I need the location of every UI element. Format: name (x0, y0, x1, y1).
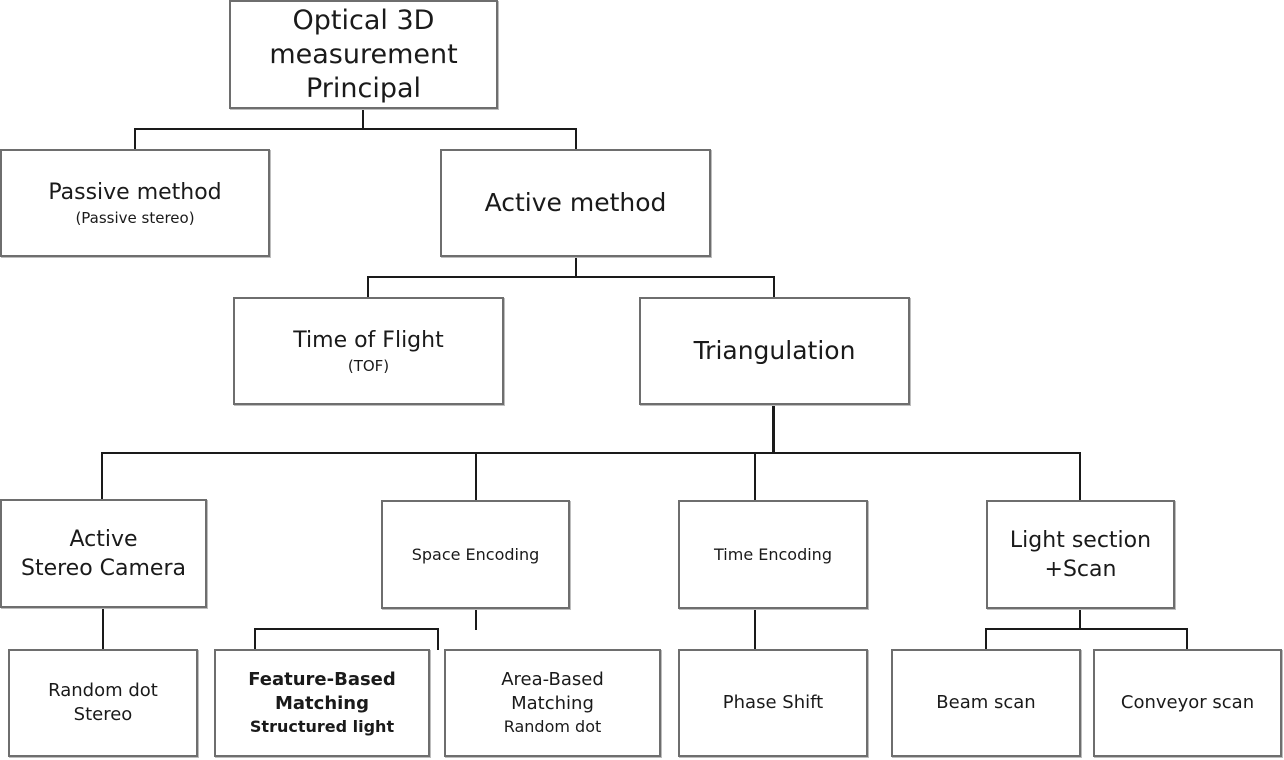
node-light-section-scan: Light section +Scan (986, 500, 1175, 609)
connector-line (1079, 452, 1081, 501)
connector-line (437, 628, 439, 650)
connector-line (134, 128, 577, 130)
node-label: Matching (274, 693, 370, 714)
node-title: Beam scan (936, 692, 1036, 713)
node-label: +Scan (1044, 556, 1117, 582)
node-label: Active (69, 526, 138, 552)
node-active-stereo-camera: Active Stereo Camera (0, 499, 207, 608)
node-label: Feature-Based (248, 669, 396, 690)
node-subtitle: Random dot (503, 717, 602, 736)
connector-line (475, 452, 477, 501)
node-triangulation: Triangulation (639, 297, 910, 405)
connector-line (367, 276, 369, 298)
node-label: Area-Based (501, 669, 604, 690)
node-active-method: Active method (440, 149, 711, 257)
connector-line (101, 452, 1081, 454)
connector-line (754, 452, 756, 501)
node-subtitle: (Passive stereo) (75, 208, 195, 227)
node-title: Conveyor scan (1120, 692, 1255, 713)
node-label: measurement (269, 38, 458, 70)
node-time-of-flight: Time of Flight (TOF) (233, 297, 504, 405)
connector-line (475, 608, 477, 630)
node-passive-method: Passive method (Passive stereo) (0, 149, 270, 257)
node-label: Matching (511, 693, 594, 714)
connector-line (754, 608, 756, 650)
node-title: Triangulation (693, 336, 856, 365)
connector-line (575, 128, 577, 150)
node-feature-based-matching: Feature-Based Matching Structured light (214, 649, 430, 757)
node-title: Active method (484, 188, 667, 217)
node-space-encoding: Space Encoding (381, 500, 570, 609)
node-label: Principal (305, 72, 422, 104)
node-phase-shift: Phase Shift (678, 649, 868, 757)
node-random-dot-stereo: Random dot Stereo (8, 649, 198, 757)
connector-line (367, 276, 775, 278)
node-title: Time of Flight (293, 327, 444, 353)
node-beam-scan: Beam scan (891, 649, 1081, 757)
connector-line (1079, 608, 1081, 630)
connector-line (254, 628, 439, 630)
connector-line (772, 404, 775, 454)
node-title: Space Encoding (411, 544, 540, 564)
node-title: Phase Shift (722, 692, 824, 713)
node-optical-3d-measurement: Optical 3D measurement Principal (229, 0, 498, 109)
node-area-based-matching: Area-Based Matching Random dot (444, 649, 661, 757)
node-label: Stereo Camera (20, 555, 186, 581)
node-title: Time Encoding (714, 544, 832, 564)
node-time-encoding: Time Encoding (678, 500, 868, 609)
connector-line (101, 452, 103, 500)
connector-line (773, 276, 775, 298)
diagram-canvas: Optical 3D measurement Principal Passive… (0, 0, 1284, 760)
connector-line (254, 628, 256, 650)
connector-line (575, 256, 577, 277)
node-label: Light section (1009, 527, 1152, 553)
connector-line (102, 607, 104, 650)
connector-line (985, 628, 987, 650)
node-subtitle: Structured light (249, 717, 395, 736)
node-subtitle: (TOF) (347, 356, 390, 375)
connector-line (1186, 628, 1188, 650)
node-conveyor-scan: Conveyor scan (1093, 649, 1282, 757)
connector-line (134, 128, 136, 150)
connector-line (362, 108, 364, 129)
node-label: Stereo (73, 704, 133, 725)
connector-line (985, 628, 1188, 630)
node-title: Passive method (48, 179, 222, 205)
node-label: Optical 3D (292, 4, 435, 36)
node-label: Random dot (48, 680, 158, 701)
